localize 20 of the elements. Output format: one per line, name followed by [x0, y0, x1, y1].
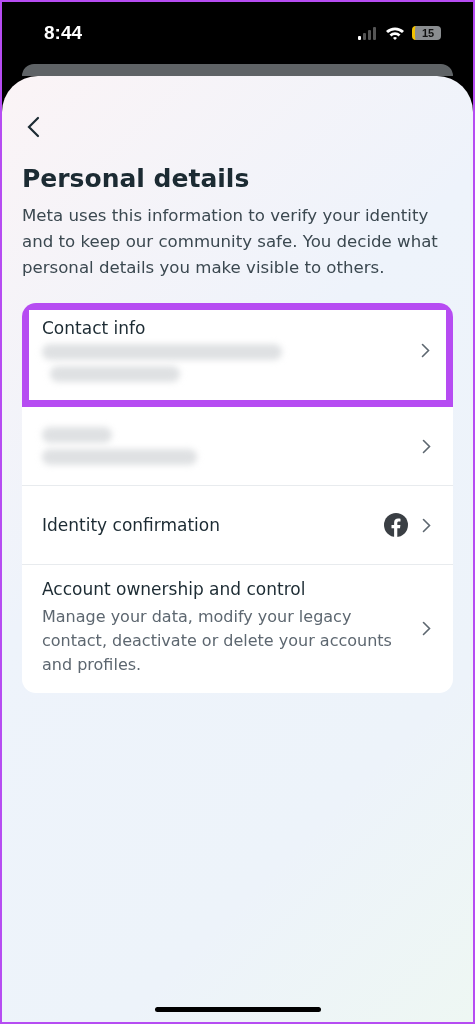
detail-row[interactable]: Identity confirmation	[22, 486, 453, 565]
chevron-icon	[421, 342, 430, 358]
chevron-icon	[422, 438, 431, 454]
chevron-icon	[422, 620, 431, 636]
row-description: Manage your data, modify your legacy contact, deactivate or delete your accounts and profiles.	[42, 606, 393, 676]
detail-row[interactable]: Contact info	[22, 303, 453, 407]
facebook-icon	[384, 513, 408, 537]
chevron-icon	[422, 517, 431, 533]
page-description: Meta uses this information to verify your identity and to keep our community safe. You decide what personal details you make visible to others.	[22, 205, 439, 279]
wifi-icon	[385, 26, 405, 40]
detail-row[interactable]: Account ownership and control Manage your data, modify your legacy contact, deactivate or delete your accounts and profiles.	[22, 565, 453, 693]
back-icon[interactable]	[26, 116, 40, 138]
row-title: Account ownership and control	[42, 579, 307, 599]
status-time: 8:44	[44, 22, 83, 44]
signal-icon	[358, 26, 378, 40]
blurred-text	[42, 427, 112, 443]
page-title: Personal details	[22, 164, 251, 193]
row-title: Contact info	[42, 318, 147, 338]
battery-indicator: 15	[412, 26, 441, 40]
row-title: Identity confirmation	[42, 515, 222, 535]
